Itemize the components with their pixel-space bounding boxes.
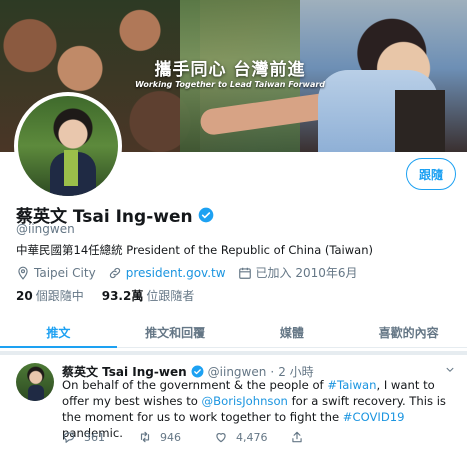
joined-text: 已加入 2010年6月: [255, 266, 358, 280]
profile-handle: @iingwen: [16, 222, 75, 236]
calendar-icon: [238, 267, 251, 279]
tweet-avatar[interactable]: [16, 363, 54, 401]
tweet-item[interactable]: 蔡英文 Tsai Ing-wen @iingwen · 2 小時 On beha…: [0, 355, 467, 450]
like-button[interactable]: 4,476: [214, 430, 290, 444]
banner-subtitle: Working Together to Lead Taiwan Forward: [134, 80, 326, 89]
share-button[interactable]: [290, 430, 366, 444]
hashtag-link[interactable]: #Taiwan: [327, 378, 376, 392]
profile-website[interactable]: president.gov.tw: [108, 266, 226, 280]
tab-tweets[interactable]: 推文: [0, 320, 117, 348]
share-icon: [292, 431, 302, 443]
following-stat[interactable]: 20 個跟隨中: [16, 287, 84, 304]
verified-badge-icon: [198, 207, 213, 222]
retweet-icon: [140, 431, 150, 443]
chevron-down-icon[interactable]: [445, 365, 455, 375]
tweet-avatar-coat: [28, 385, 44, 401]
reply-button[interactable]: 361: [62, 430, 138, 444]
profile-tabs: 推文 推文和回覆 媒體 喜歡的內容: [0, 320, 467, 348]
profile-joined: 已加入 2010年6月: [238, 264, 358, 281]
following-label: 個跟隨中: [35, 289, 84, 303]
banner-vest: [395, 90, 445, 152]
avatar-scarf: [64, 150, 78, 186]
follow-button[interactable]: 跟隨: [406, 158, 456, 190]
profile-location: Taipei City: [16, 266, 96, 280]
following-count: 20: [16, 289, 33, 303]
reply-icon: [63, 432, 75, 443]
link-icon: [109, 267, 120, 278]
mention-link[interactable]: @BorisJohnson: [202, 394, 288, 408]
tab-likes[interactable]: 喜歡的內容: [350, 320, 467, 347]
tab-tweets-and-replies[interactable]: 推文和回覆: [117, 320, 234, 347]
like-count: 4,476: [236, 430, 268, 444]
retweet-count: 946: [160, 430, 181, 444]
banner-title: 攜手同心 台灣前進: [154, 60, 306, 80]
profile-avatar[interactable]: [14, 92, 122, 200]
tweet-text-part: On behalf of the government & the people…: [62, 378, 328, 392]
profile-stats: 20 個跟隨中 93.2萬 位跟隨者: [16, 287, 212, 304]
followers-label: 位跟隨者: [146, 289, 195, 303]
tweet-actions: 361 946 4,476: [62, 430, 366, 444]
profile-bio: 中華民國第14任總統 President of the Republic of …: [16, 243, 373, 257]
hashtag-link[interactable]: #COVID19: [343, 410, 405, 424]
followers-stat[interactable]: 93.2萬 位跟隨者: [102, 287, 195, 304]
followers-count: 93.2萬: [101, 289, 144, 303]
retweet-button[interactable]: 946: [138, 430, 214, 444]
location-pin-icon: [18, 266, 28, 280]
reply-count: 361: [84, 430, 105, 444]
profile-meta: Taipei City president.gov.tw 已加入 2010年6月: [16, 264, 370, 281]
heart-icon: [216, 433, 226, 443]
website-link[interactable]: president.gov.tw: [126, 266, 226, 280]
tab-media[interactable]: 媒體: [234, 320, 351, 347]
location-text: Taipei City: [34, 265, 96, 280]
